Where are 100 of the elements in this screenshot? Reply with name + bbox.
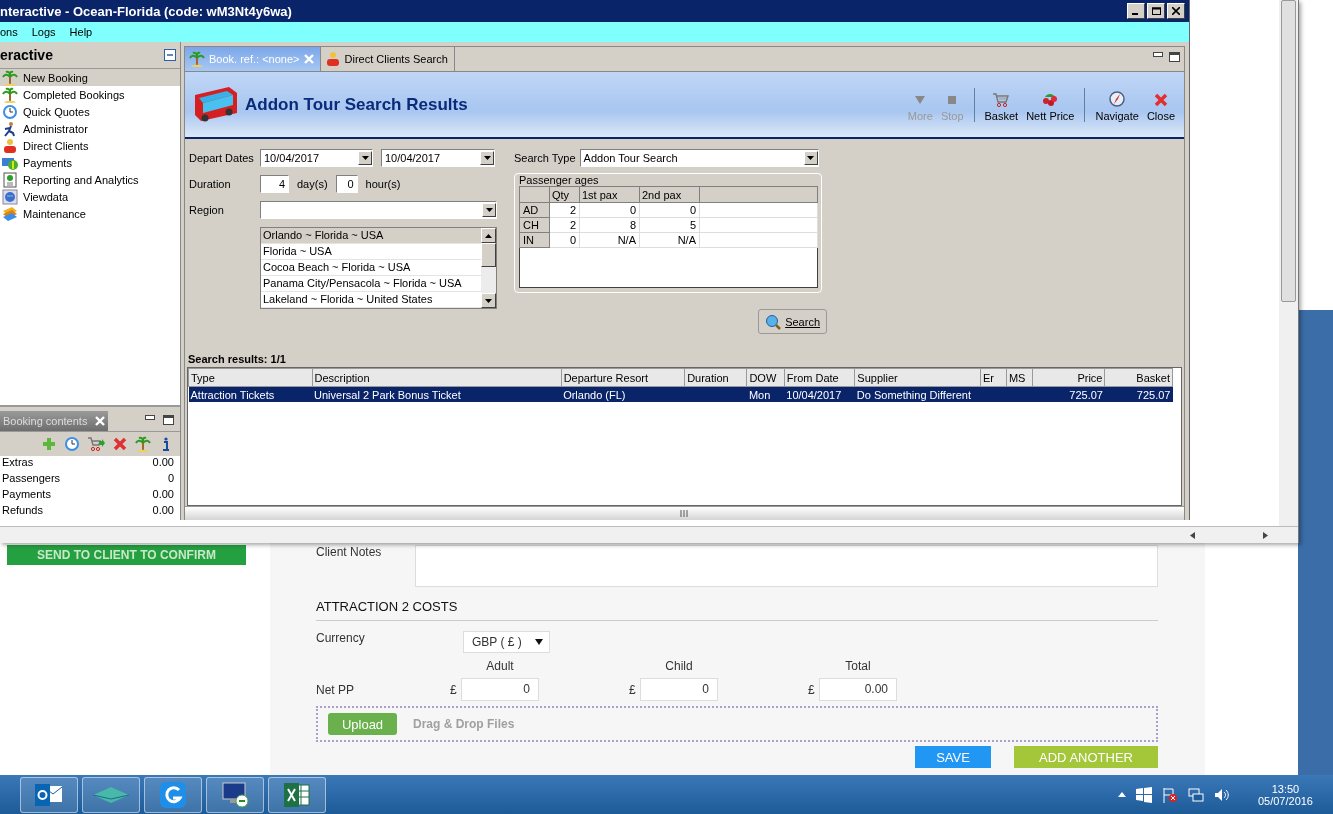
scroll-down-button[interactable] [481,293,496,308]
column-header[interactable]: Description [312,368,562,387]
nav-item[interactable]: Maintenance [0,205,180,222]
list-item[interactable]: Cocoa Beach ~ Florida ~ USA [261,260,481,276]
unit-label: day(s) [297,178,328,190]
column-header[interactable]: From Date [784,368,855,387]
currency-symbol: £ [450,682,458,697]
table-cell[interactable]: 8 [579,217,640,233]
close-button[interactable] [1167,3,1185,19]
menu-item[interactable]: Logs [31,26,56,38]
nav-item[interactable]: Viewdata [0,188,180,205]
number-field[interactable]: 0 [335,175,358,193]
region-dropdown[interactable] [260,201,497,219]
show-hidden-icons[interactable] [1117,792,1126,797]
summary-value: 0.00 [152,488,174,502]
column-label: Child [664,659,694,673]
column-header[interactable]: Basket [1104,368,1173,387]
toolbar-button[interactable]: Basket [981,91,1022,122]
nav-item[interactable]: Reporting and Analytics [0,171,180,188]
column-header[interactable]: DOW [746,368,785,387]
price-field[interactable]: 0.00 [819,678,897,701]
search-button[interactable]: Search [758,309,827,334]
palm-tree-icon [135,436,151,452]
column-label: Adult [485,659,515,673]
nav-item[interactable]: Quick Quotes [0,103,180,120]
column-header[interactable]: Duration [684,368,747,387]
table-cell[interactable]: 2 [549,202,580,218]
table-cell[interactable]: N/A [639,232,700,248]
table-cell[interactable]: 2 [549,217,580,233]
browser-app-icon[interactable] [144,776,202,813]
client-notes-field[interactable] [415,545,1158,587]
horizontal-scrollbar[interactable] [0,526,1298,543]
network-icon[interactable] [1187,786,1204,803]
scroll-left-icon[interactable] [1190,531,1195,539]
list-item[interactable]: Lakeland ~ Florida ~ United States [261,292,481,308]
list-item[interactable]: Panama City/Pensacola ~ Florida ~ USA [261,276,481,292]
spreadsheet-app-icon[interactable] [268,776,326,813]
nav-item[interactable]: Administrator [0,120,180,137]
scroll-right-icon[interactable] [1263,531,1268,539]
layers-app-icon[interactable] [82,776,140,813]
maximize-icon[interactable] [1169,52,1180,62]
maximize-icon[interactable] [163,415,174,425]
collapse-icon[interactable] [164,49,176,61]
toolbar-button[interactable]: Navigate [1092,89,1142,122]
summary-value: 0.00 [152,504,174,518]
splitter-grip-icon[interactable] [680,510,689,517]
results-count: Search results: 1/1 [187,352,287,365]
toolbar-button[interactable]: Nett Price [1023,91,1078,122]
column-header[interactable]: Type [188,368,312,387]
price-field[interactable]: 0 [640,678,718,701]
minimize-button[interactable] [1127,3,1145,19]
list-item[interactable]: Orlando ~ Florida ~ USA [261,228,481,244]
vertical-scrollbar[interactable] [1279,0,1298,526]
scroll-up-button[interactable] [481,228,496,243]
window-title: nteractive - Ocean-Florida (code: wM3Nt4y6wa) [0,0,1189,22]
minimize-icon[interactable] [1153,52,1163,57]
field-label: Duration [189,178,232,190]
toolbar-button[interactable]: Close [1143,91,1178,122]
clock[interactable]: 13:50 05/07/2016 [1257,782,1313,807]
table-cell[interactable]: 0 [579,202,640,218]
down-arrow-icon [485,298,492,303]
table-cell[interactable]: 0 [639,202,700,218]
field-label: Net PP [316,682,355,697]
list-item[interactable]: Florida ~ USA [261,244,481,260]
nav-item[interactable]: New Booking [0,69,180,86]
region-list[interactable]: Orlando ~ Florida ~ USA Florida ~ USA Cocoa Beach ~ Florida ~ USA Panama City/Pensacola ~ Florida ~ USA Lakeland ~ Florida ~ United States [260,227,497,309]
menu-item[interactable]: ons [0,26,18,38]
person-icon [324,51,341,67]
search-type-dropdown[interactable]: Addon Tour Search [579,149,819,167]
date-dropdown[interactable]: 10/04/2017 [260,149,373,167]
remote-desktop-app-icon[interactable] [206,776,264,813]
table-cell[interactable]: 0 [549,232,580,248]
windows-flag-icon[interactable] [1135,786,1152,803]
scroll-thumb[interactable] [481,243,496,267]
price-field[interactable]: 0 [461,678,539,701]
panel-title: eractive [0,47,53,63]
nav-item[interactable]: Completed Bookings [0,86,180,103]
field-label: Client Notes [316,545,383,561]
column-header[interactable]: Er [980,368,1007,387]
close-icon [1152,91,1169,108]
number-field[interactable]: 4 [260,175,289,193]
cart-arrow-icon [87,436,105,452]
currency-symbol: £ [808,682,816,697]
table-cell[interactable]: 5 [639,217,700,233]
column-header[interactable]: Departure Resort [561,368,685,387]
nav-item[interactable]: Direct Clients [0,137,180,154]
column-header[interactable]: Supplier [854,368,981,387]
minimize-icon[interactable] [145,415,155,420]
column-header[interactable]: MS [1006,368,1033,387]
column-header[interactable]: Price [1032,368,1105,387]
mail-app-icon[interactable] [20,776,78,813]
cart-icon [992,91,1011,108]
menu-item[interactable]: Help [69,26,93,38]
currency-dropdown[interactable]: GBP ( £ ) [463,631,550,653]
close-icon[interactable] [95,416,105,426]
table-cell[interactable]: N/A [579,232,640,248]
flag-error-icon[interactable] [1161,786,1178,803]
nav-item[interactable]: Payments [0,154,180,171]
date-dropdown[interactable]: 10/04/2017 [381,149,495,167]
maximize-button[interactable] [1147,3,1165,19]
